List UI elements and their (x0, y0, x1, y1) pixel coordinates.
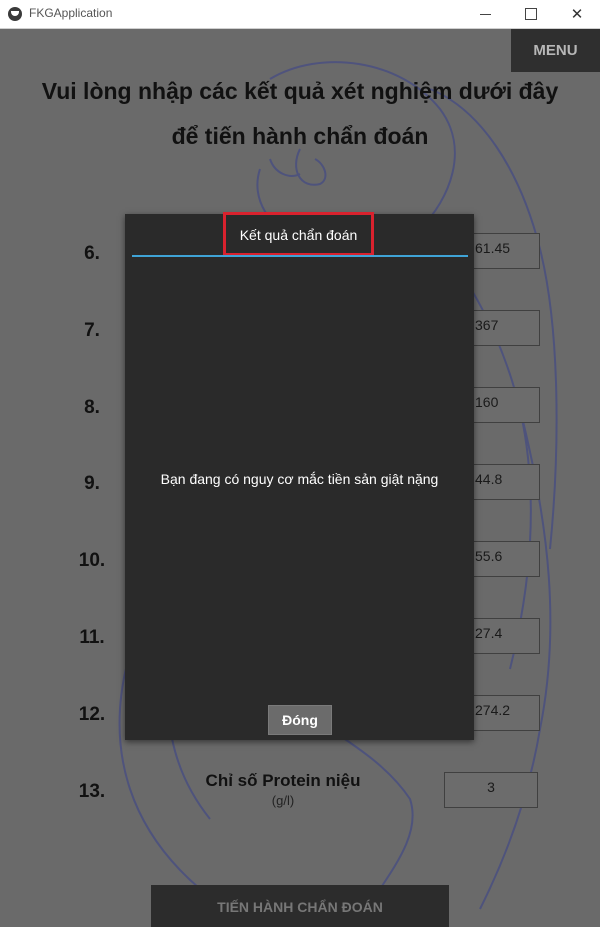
dialog-title: Kết quả chẩn đoán (239, 227, 358, 243)
value-input-13[interactable]: 3 (444, 772, 538, 808)
page-heading: Vui lòng nhập các kết quả xét nghiệm dướ… (20, 69, 580, 159)
window-titlebar: FKGApplication ✕ (0, 0, 600, 29)
protein-label: Chỉ số Protein niệu (205, 771, 361, 790)
result-dialog: Kết quả chẩn đoán Bạn đang có nguy cơ mắ… (125, 212, 474, 740)
value-input-10[interactable]: 55.6 (468, 541, 540, 577)
minimize-button[interactable] (462, 0, 508, 28)
close-window-button[interactable]: ✕ (554, 0, 600, 28)
row-number-8: 8. (84, 397, 100, 418)
value-input-8[interactable]: 160 (468, 387, 540, 423)
app-logo-icon (8, 7, 22, 21)
value-input-6[interactable]: 61.45 (468, 233, 540, 269)
close-icon: ✕ (570, 6, 584, 23)
diagnose-button[interactable]: TIẾN HÀNH CHẨN ĐOÁN (151, 885, 449, 927)
value-input-9[interactable]: 44.8 (468, 464, 540, 500)
heading-line-1: Vui lòng nhập các kết quả xét nghiệm dướ… (41, 78, 559, 104)
row-number-13: 13. (78, 781, 106, 802)
dialog-close-button[interactable]: Đóng (268, 705, 332, 735)
window-title: FKGApplication (29, 6, 113, 20)
row-number-11: 11. (79, 627, 105, 648)
heading-line-2: để tiến hành chẩn đoán (171, 123, 429, 149)
protein-unit: (g/l) (271, 793, 295, 808)
row-number-6: 6. (84, 243, 100, 264)
maximize-icon (525, 8, 537, 20)
row-number-12: 12. (78, 704, 106, 725)
dialog-message: Bạn đang có nguy cơ mắc tiền sản giật nặ… (160, 471, 439, 487)
value-input-7[interactable]: 367 (468, 310, 540, 346)
maximize-button[interactable] (508, 0, 554, 28)
dialog-separator (132, 255, 468, 257)
value-input-11[interactable]: 27.4 (468, 618, 540, 654)
row-number-7: 7. (84, 320, 100, 341)
row-number-10: 10. (78, 550, 106, 571)
row-number-9: 9. (84, 473, 100, 494)
minimize-icon (479, 13, 491, 15)
menu-button[interactable]: MENU (511, 29, 600, 72)
value-input-12[interactable]: 274.2 (468, 695, 540, 731)
